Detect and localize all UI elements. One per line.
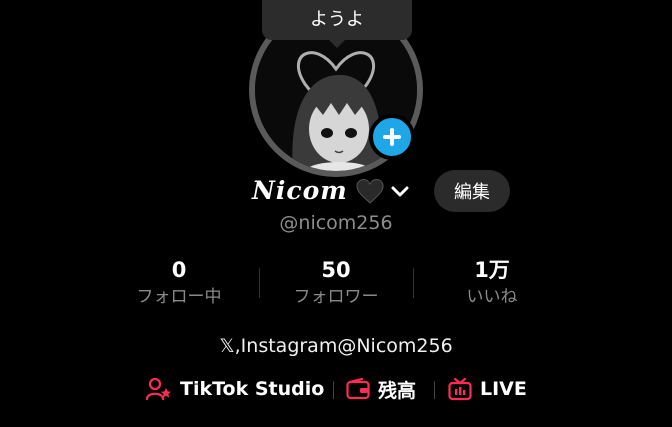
plus-icon	[383, 128, 401, 146]
link-divider	[333, 381, 334, 399]
edit-profile-button[interactable]: 編集	[434, 170, 510, 212]
profile-bio[interactable]: 𝕏,Instagram@Nicom256	[0, 335, 672, 357]
wallet-icon	[346, 378, 370, 400]
likes-count: 1万	[474, 258, 510, 282]
tiktok-studio-link[interactable]: TikTok Studio	[146, 374, 324, 404]
tv-live-icon	[448, 377, 472, 401]
note-bubble-text: ようよ	[310, 9, 364, 30]
balance-label: 残高	[378, 379, 417, 402]
balance-link[interactable]: 残高	[346, 374, 416, 404]
likes-label: いいね	[466, 287, 518, 307]
username-handle: @nicom256	[279, 212, 393, 234]
stat-followers[interactable]: 50 フォロワー	[256, 256, 416, 310]
add-story-button[interactable]	[369, 114, 415, 160]
person-star-icon	[146, 377, 171, 401]
link-divider	[434, 381, 435, 399]
display-name[interactable]: Nicom	[252, 176, 348, 205]
stat-following[interactable]: 0 フォロー中	[99, 256, 259, 310]
followers-count: 50	[321, 258, 351, 282]
note-bubble-tail	[327, 38, 347, 48]
live-link[interactable]: LIVE	[448, 374, 527, 404]
stat-likes[interactable]: 1万 いいね	[412, 256, 572, 310]
tiktok-studio-label: TikTok Studio	[180, 378, 325, 400]
chevron-down-icon[interactable]	[391, 184, 409, 203]
following-label: フォロー中	[136, 287, 222, 307]
followers-label: フォロワー	[293, 287, 379, 307]
live-label: LIVE	[480, 378, 527, 400]
black-heart-icon	[355, 177, 385, 209]
following-count: 0	[171, 258, 187, 282]
